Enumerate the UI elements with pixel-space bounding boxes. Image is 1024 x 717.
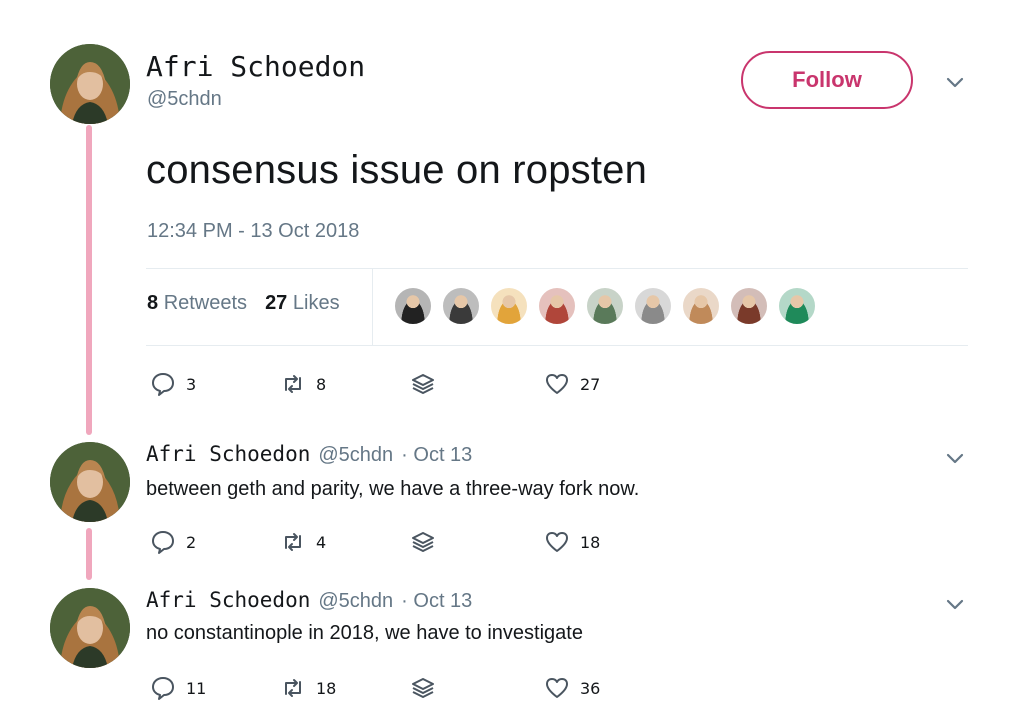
direct-message-icon (412, 374, 434, 394)
liker-avatar[interactable] (489, 286, 529, 326)
reply-date[interactable]: · Oct 13 (401, 590, 472, 613)
reply-icon (152, 677, 174, 700)
retweet-count: 4 (316, 532, 327, 552)
liker-avatar[interactable] (777, 286, 817, 326)
liker-avatar[interactable] (585, 286, 625, 326)
likes-stat[interactable]: 27 Likes (265, 292, 340, 315)
tweet-text: consensus issue on ropsten (146, 148, 648, 192)
direct-message-icon (412, 678, 434, 698)
direct-message-icon (412, 532, 434, 552)
retweets-stat[interactable]: 8 Retweets (147, 292, 247, 315)
liker-avatar[interactable] (393, 286, 433, 326)
liker-avatar[interactable] (537, 286, 577, 326)
reply-icon (152, 531, 174, 554)
reply-avatar[interactable] (50, 442, 130, 522)
retweet-count: 8 (316, 374, 327, 394)
author-name[interactable]: Afri Schoedon (146, 50, 365, 83)
retweet-count: 18 (316, 678, 337, 698)
like-count: 18 (580, 532, 601, 552)
retweet-icon (285, 375, 301, 393)
thread-line-top (86, 125, 92, 435)
reply-header: Afri Schoedon @5chdn · Oct 13 (146, 442, 472, 467)
tweet-stats: 8 Retweets 27 Likes (147, 292, 340, 315)
reply-author-name[interactable]: Afri Schoedon (146, 442, 310, 466)
like-icon (546, 678, 568, 698)
liker-avatar[interactable] (729, 286, 769, 326)
reply-author-handle[interactable]: @5chdn (318, 590, 393, 613)
chevron-down-icon[interactable] (944, 71, 966, 93)
like-button[interactable]: 18 (544, 529, 600, 555)
reply-count: 3 (186, 374, 197, 394)
reply-author-handle[interactable]: @5chdn (318, 444, 393, 467)
reply-button[interactable]: 11 (150, 675, 206, 701)
direct-message-button[interactable] (410, 371, 436, 397)
tweet-timestamp[interactable]: 12:34 PM - 13 Oct 2018 (147, 220, 359, 243)
author-avatar[interactable] (50, 44, 130, 124)
direct-message-button[interactable] (410, 529, 436, 555)
like-button[interactable]: 36 (544, 675, 600, 701)
reply-icon (152, 373, 174, 396)
liker-avatar[interactable] (681, 286, 721, 326)
follow-button[interactable]: Follow (741, 51, 913, 109)
reply-text: between geth and parity, we have a three… (146, 478, 640, 500)
liker-avatar[interactable] (441, 286, 481, 326)
like-count: 36 (580, 678, 601, 698)
chevron-down-icon[interactable] (944, 447, 966, 469)
liker-avatars (393, 286, 817, 326)
retweet-icon (285, 533, 301, 551)
stats-vertical-divider (372, 268, 373, 345)
like-icon (546, 532, 568, 552)
retweet-button[interactable]: 8 (280, 371, 326, 397)
retweet-icon (285, 679, 301, 697)
stats-divider-top (146, 268, 968, 269)
reply-text: no constantinople in 2018, we have to in… (146, 622, 583, 644)
reply-count: 11 (186, 678, 207, 698)
chevron-down-icon[interactable] (944, 593, 966, 615)
like-count: 27 (580, 374, 601, 394)
retweet-button[interactable]: 4 (280, 529, 326, 555)
stats-divider-bottom (146, 345, 968, 346)
reply-button[interactable]: 2 (150, 529, 196, 555)
reply-author-name[interactable]: Afri Schoedon (146, 588, 310, 612)
reply-button[interactable]: 3 (150, 371, 196, 397)
like-button[interactable]: 27 (544, 371, 600, 397)
retweet-button[interactable]: 18 (280, 675, 336, 701)
author-handle[interactable]: @5chdn (147, 88, 222, 111)
like-icon (546, 374, 568, 394)
thread-line-middle (86, 528, 92, 580)
reply-header: Afri Schoedon @5chdn · Oct 13 (146, 588, 472, 613)
liker-avatar[interactable] (633, 286, 673, 326)
reply-avatar[interactable] (50, 588, 130, 668)
direct-message-button[interactable] (410, 675, 436, 701)
reply-date[interactable]: · Oct 13 (401, 444, 472, 467)
reply-count: 2 (186, 532, 197, 552)
